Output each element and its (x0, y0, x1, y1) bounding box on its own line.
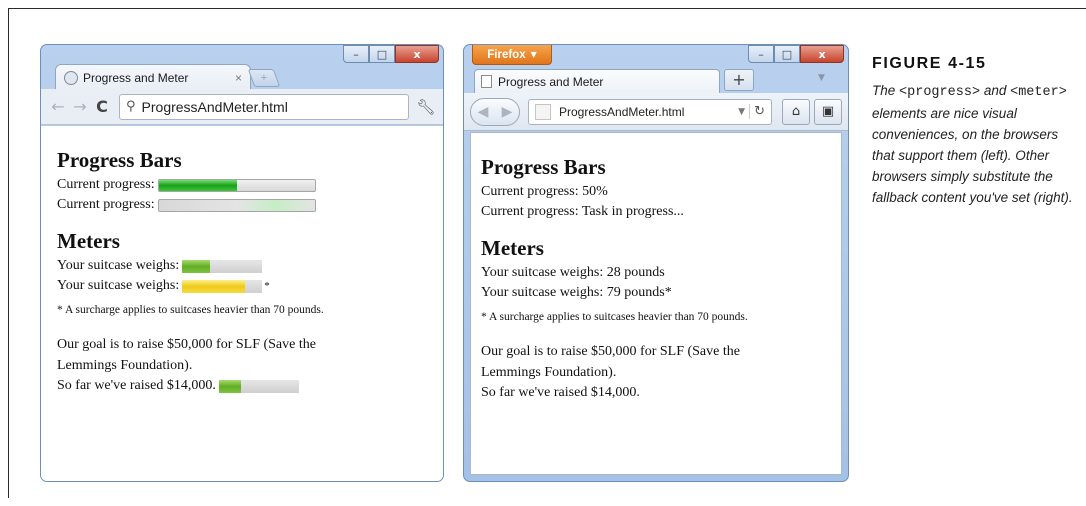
fundraising-meter (218, 379, 299, 393)
firefox-page: Progress Bars Current progress: 50% Curr… (471, 133, 841, 425)
reload-icon[interactable]: C (91, 97, 113, 116)
caption-text-rest: elements are nice visual conveniences, o… (872, 106, 1073, 205)
meter-row-2: Your suitcase weighs: * (57, 276, 427, 296)
tab-title: Progress and Meter (83, 70, 189, 85)
minimize-button[interactable]: – (343, 45, 369, 63)
chrome-toolbar: ← → C ⚲ ProgressAndMeter.html 🔧︎ (41, 89, 443, 125)
globe-icon (64, 70, 78, 85)
firefox-menu-button[interactable]: Firefox ▼ (472, 45, 552, 65)
forward-arrow-icon[interactable]: ▶ (502, 104, 513, 120)
figure-frame-top (8, 8, 1086, 9)
meter-bar-fill (182, 279, 246, 293)
figure-caption: FIGURE 4-15 The <progress> and <meter> e… (872, 55, 1078, 208)
raised-row: So far we've raised $14,000. (57, 376, 427, 396)
meter-fallback-1: Your suitcase weighs: 28 pounds (481, 265, 665, 280)
goal-text: Our goal is to raise $50,000 for SLF (Sa… (481, 344, 740, 380)
back-arrow-icon[interactable]: ← (47, 97, 69, 116)
window-controls: – □ x (748, 45, 844, 63)
back-forward-buttons[interactable]: ◀ ▶ (470, 97, 520, 126)
firefox-toolbar: ◀ ▶ ProgressAndMeter.html ▼ ↻ ⌂ ▣ (464, 93, 848, 131)
address-text: ProgressAndMeter.html (559, 104, 685, 119)
close-button[interactable]: x (395, 45, 439, 63)
progress-bar-fill (158, 179, 237, 191)
meters-heading: Meters (481, 236, 544, 260)
progress-row-1: Current progress: (57, 175, 427, 195)
progress-heading: Progress Bars (481, 155, 606, 179)
caption-body: The <progress> and <meter> elements are … (872, 80, 1078, 208)
new-tab-button[interactable]: + (247, 69, 281, 87)
meter-fallback-2: Your suitcase weighs: 79 pounds* (481, 285, 672, 300)
progress-bar (157, 178, 316, 192)
forward-arrow-icon[interactable]: → (69, 97, 91, 116)
meter-bar (182, 259, 263, 273)
bookmarks-icon: ▣ (821, 104, 835, 119)
progress-bar-indeterminate (157, 198, 316, 212)
home-button[interactable]: ⌂ (782, 98, 810, 125)
surcharge-note: * A surcharge applies to suitcases heavi… (57, 304, 324, 316)
tab-close-icon[interactable]: × (235, 71, 242, 85)
caption-code-meter: <meter> (1010, 85, 1067, 100)
progress-label: Current progress: (57, 197, 155, 212)
browser-tab[interactable]: Progress and Meter (474, 69, 720, 93)
chrome-window: – □ x Progress and Meter × + ← → C ⚲ Pro… (40, 44, 444, 482)
chrome-page: Progress Bars Current progress: Current … (41, 126, 443, 418)
back-arrow-icon[interactable]: ◀ (478, 104, 489, 120)
firefox-viewport: Progress Bars Current progress: 50% Curr… (470, 132, 842, 475)
progress-row-2: Current progress: (57, 195, 427, 215)
address-bar[interactable]: ⚲ ProgressAndMeter.html (119, 93, 409, 120)
progress-label: Current progress: (57, 177, 155, 192)
bookmarks-button[interactable]: ▣ (814, 98, 842, 125)
progress-heading: Progress Bars (57, 148, 182, 172)
page-icon (481, 75, 492, 88)
meter-bar-fill (182, 259, 211, 273)
caption-code-progress: <progress> (899, 85, 981, 100)
history-dropdown-icon[interactable]: ▼ (738, 107, 745, 117)
home-icon: ⌂ (791, 104, 801, 119)
firefox-window: Firefox ▼ – □ x Progress and Meter + ▼ ◀… (463, 44, 849, 482)
raised-text: So far we've raised $14,000. (481, 385, 640, 400)
meter-bar-fill (218, 379, 242, 393)
caption-text-and: and (983, 83, 1007, 98)
firefox-menu-label: Firefox (487, 48, 526, 61)
tab-title: Progress and Meter (498, 74, 604, 89)
window-controls: – □ x (343, 45, 439, 63)
figure-number: FIGURE 4-15 (872, 55, 987, 72)
figure-frame-left (8, 8, 9, 498)
maximize-button[interactable]: □ (774, 45, 800, 63)
close-button[interactable]: x (800, 45, 844, 63)
new-tab-button[interactable]: + (724, 69, 754, 91)
reload-icon[interactable]: ↻ (749, 104, 765, 119)
maximize-button[interactable]: □ (369, 45, 395, 63)
raised-text: So far we've raised $14,000. (57, 378, 216, 393)
meters-heading: Meters (57, 229, 120, 253)
asterisk: * (264, 280, 270, 292)
meter-bar-high (182, 279, 263, 293)
caption-text-the: The (872, 83, 896, 98)
meter-label: Your suitcase weighs: (57, 258, 180, 273)
address-text: ProgressAndMeter.html (141, 98, 288, 115)
list-all-tabs-icon[interactable]: ▼ (818, 73, 825, 83)
chevron-down-icon: ▼ (530, 50, 537, 59)
progress-fallback-1: Current progress: 50% (481, 184, 608, 199)
goal-text: Our goal is to raise $50,000 for SLF (Sa… (57, 337, 316, 373)
chrome-viewport: Progress Bars Current progress: Current … (41, 126, 443, 481)
progress-fallback-2: Current progress: Task in progress... (481, 204, 684, 219)
address-bar[interactable]: ProgressAndMeter.html ▼ ↻ (528, 98, 772, 125)
browser-tab[interactable]: Progress and Meter × (55, 64, 251, 90)
meter-label: Your suitcase weighs: (57, 278, 180, 293)
surcharge-note: * A surcharge applies to suitcases heavi… (481, 311, 748, 323)
site-identity-icon (535, 103, 551, 120)
wrench-icon[interactable]: 🔧︎ (415, 98, 437, 116)
meter-row-1: Your suitcase weighs: (57, 256, 427, 276)
minimize-button[interactable]: – (748, 45, 774, 63)
search-icon: ⚲ (126, 99, 136, 114)
